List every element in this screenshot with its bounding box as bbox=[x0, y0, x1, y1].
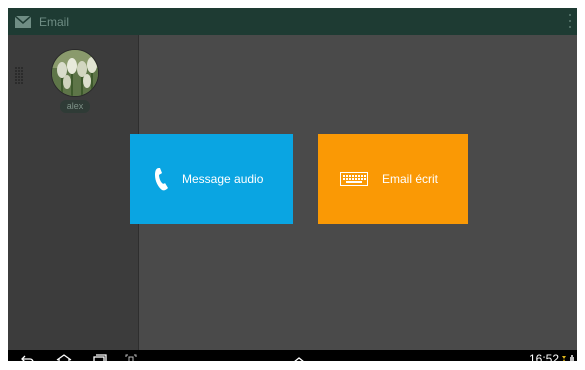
clock: 16:52 bbox=[528, 352, 559, 361]
back-icon[interactable] bbox=[20, 352, 34, 361]
home-icon[interactable] bbox=[56, 352, 72, 361]
written-email-button[interactable]: Email écrit bbox=[318, 134, 468, 224]
alarm-icon bbox=[562, 355, 566, 361]
expand-up-icon[interactable] bbox=[292, 352, 306, 361]
battery-icon bbox=[570, 354, 574, 361]
audio-message-button[interactable]: Message audio bbox=[130, 134, 293, 224]
contacts-panel: alex bbox=[8, 35, 139, 350]
keyboard-icon bbox=[339, 172, 369, 186]
app-title: Email bbox=[39, 14, 70, 29]
action-bar: Email bbox=[8, 8, 577, 35]
recent-apps-icon[interactable] bbox=[92, 352, 108, 361]
audio-message-label: Message audio bbox=[182, 172, 264, 186]
drag-handle-icon[interactable] bbox=[15, 67, 25, 89]
overflow-menu-icon[interactable] bbox=[567, 14, 573, 28]
status-icons bbox=[561, 354, 575, 361]
envelope-icon[interactable] bbox=[12, 8, 34, 35]
contact-name[interactable]: alex bbox=[60, 100, 90, 113]
contact-avatar[interactable] bbox=[51, 49, 99, 97]
written-email-label: Email écrit bbox=[382, 172, 439, 186]
phone-handset-icon bbox=[148, 167, 176, 191]
system-navigation-bar: 16:52 bbox=[8, 350, 577, 361]
screenshot-icon[interactable] bbox=[124, 352, 138, 361]
